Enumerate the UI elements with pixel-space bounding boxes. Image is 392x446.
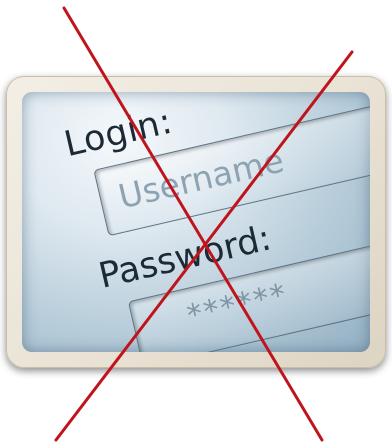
forbidden-login-illustration: Login: Username Password: ****** (0, 0, 392, 446)
cross-out-icon (54, 6, 354, 442)
cross-stroke-left (62, 6, 324, 442)
cross-stroke-right (54, 50, 354, 442)
